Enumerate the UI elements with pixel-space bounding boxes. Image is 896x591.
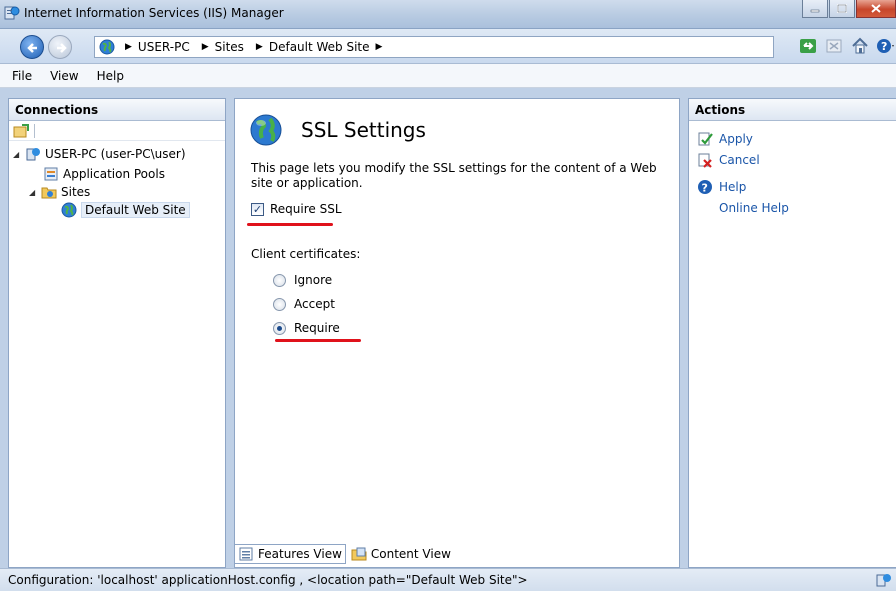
radio-require[interactable]: Require — [273, 321, 340, 335]
minimize-icon — [810, 9, 820, 12]
connections-toolbar — [9, 121, 225, 141]
window-title: Internet Information Services (IIS) Mana… — [24, 6, 284, 20]
checkbox-checked-icon[interactable]: ✓ — [251, 202, 264, 216]
main-area: Connections ◢ USER-PC (user-PC\user) App… — [0, 88, 896, 568]
action-apply[interactable]: Apply — [697, 131, 753, 147]
address-bar: ▶ USER-PC ▶ Sites ▶ Default Web Site ▶ ? — [0, 29, 896, 64]
svg-text:?: ? — [881, 40, 887, 53]
status-bar: Configuration: 'localhost' applicationHo… — [0, 568, 896, 591]
refresh-icon[interactable] — [798, 36, 818, 56]
maximize-button[interactable] — [829, 0, 855, 18]
home-icon[interactable] — [850, 36, 870, 56]
require-ssl-checkbox[interactable]: ✓ Require SSL — [251, 202, 342, 216]
tree-item-application-pools[interactable]: Application Pools — [43, 165, 165, 183]
cancel-icon — [698, 153, 712, 168]
chevron-right-icon: ▶ — [375, 42, 383, 52]
tab-content-view[interactable]: Content View — [348, 544, 454, 564]
back-arrow-icon — [27, 43, 37, 53]
client-certificates-label: Client certificates: — [251, 247, 361, 261]
feature-header: SSL Settings — [249, 113, 426, 147]
breadcrumb[interactable]: ▶ USER-PC ▶ Sites ▶ Default Web Site ▶ — [94, 36, 774, 58]
content-view-icon — [351, 547, 367, 561]
forward-button[interactable] — [48, 35, 72, 59]
collapse-arrow-icon[interactable]: ◢ — [13, 150, 23, 159]
back-button[interactable] — [20, 35, 44, 59]
stop-icon[interactable] — [824, 36, 844, 56]
app-pools-icon — [44, 167, 58, 181]
chevron-right-icon: ▶ — [201, 42, 209, 52]
require-ssl-label: Require SSL — [270, 202, 342, 216]
actions-header: Actions — [689, 99, 896, 121]
chevron-right-icon: ▶ — [255, 42, 263, 52]
tree-item-server[interactable]: ◢ USER-PC (user-PC\user) — [13, 145, 186, 163]
close-button[interactable] — [856, 0, 896, 18]
svg-text:?: ? — [702, 182, 708, 195]
menu-help[interactable]: Help — [91, 69, 136, 83]
tree-item-sites[interactable]: ◢ Sites — [29, 183, 90, 201]
toolbar-separator — [34, 123, 35, 138]
tree-item-default-web-site[interactable]: Default Web Site — [61, 201, 190, 219]
title-bar: Internet Information Services (IIS) Mana… — [0, 0, 896, 29]
actions-pane: Actions Apply Cancel ? Help Online Help — [688, 98, 896, 568]
chevron-right-icon: ▶ — [125, 42, 132, 52]
radio-button-selected[interactable] — [273, 321, 286, 335]
breadcrumb-item-site[interactable]: ▶ Default Web Site ▶ — [250, 40, 389, 54]
radio-ignore[interactable]: Ignore — [273, 273, 332, 287]
help-icon: ? — [698, 180, 712, 195]
feature-description: This page lets you modify the SSL settin… — [251, 161, 657, 190]
globe-icon — [61, 202, 77, 218]
address-toolbar: ? — [798, 36, 896, 56]
page-title: SSL Settings — [301, 118, 426, 142]
close-icon — [871, 4, 881, 13]
maximize-icon — [837, 4, 847, 13]
features-view-icon — [239, 547, 253, 561]
server-icon — [876, 574, 891, 587]
radio-button[interactable] — [273, 273, 286, 287]
connections-tree: ◢ USER-PC (user-PC\user) Application Poo… — [9, 141, 225, 218]
annotation-underline — [247, 223, 333, 226]
connections-header: Connections — [9, 99, 225, 121]
annotation-underline — [275, 339, 361, 342]
action-online-help[interactable]: Online Help — [719, 201, 789, 215]
action-cancel[interactable]: Cancel — [697, 152, 760, 168]
breadcrumb-item-sites[interactable]: ▶ Sites — [196, 40, 244, 54]
breadcrumb-item-server[interactable]: ▶ USER-PC — [119, 40, 190, 54]
iis-app-icon — [4, 6, 20, 20]
new-connection-icon[interactable] — [13, 123, 29, 139]
action-help[interactable]: ? Help — [697, 179, 746, 195]
radio-accept[interactable]: Accept — [273, 297, 335, 311]
forward-arrow-icon — [57, 43, 67, 53]
globe-icon — [99, 39, 115, 55]
menu-bar: File View Help — [0, 64, 896, 88]
apply-icon — [698, 132, 713, 146]
view-tabs: Features View Content View — [234, 543, 456, 565]
minimize-button[interactable] — [802, 0, 828, 18]
window-controls — [801, 0, 896, 20]
help-dropdown-icon[interactable]: ? — [876, 36, 896, 56]
sites-folder-icon — [41, 187, 57, 199]
radio-button[interactable] — [273, 297, 286, 311]
server-icon — [26, 148, 40, 161]
status-text: Configuration: 'localhost' applicationHo… — [8, 573, 528, 587]
menu-file[interactable]: File — [6, 69, 44, 83]
collapse-arrow-icon[interactable]: ◢ — [29, 188, 39, 197]
connections-pane: Connections ◢ USER-PC (user-PC\user) App… — [8, 98, 226, 568]
globe-icon — [250, 114, 282, 146]
tab-features-view[interactable]: Features View — [234, 544, 346, 564]
feature-pane: SSL Settings This page lets you modify t… — [234, 98, 680, 568]
menu-view[interactable]: View — [44, 69, 90, 83]
